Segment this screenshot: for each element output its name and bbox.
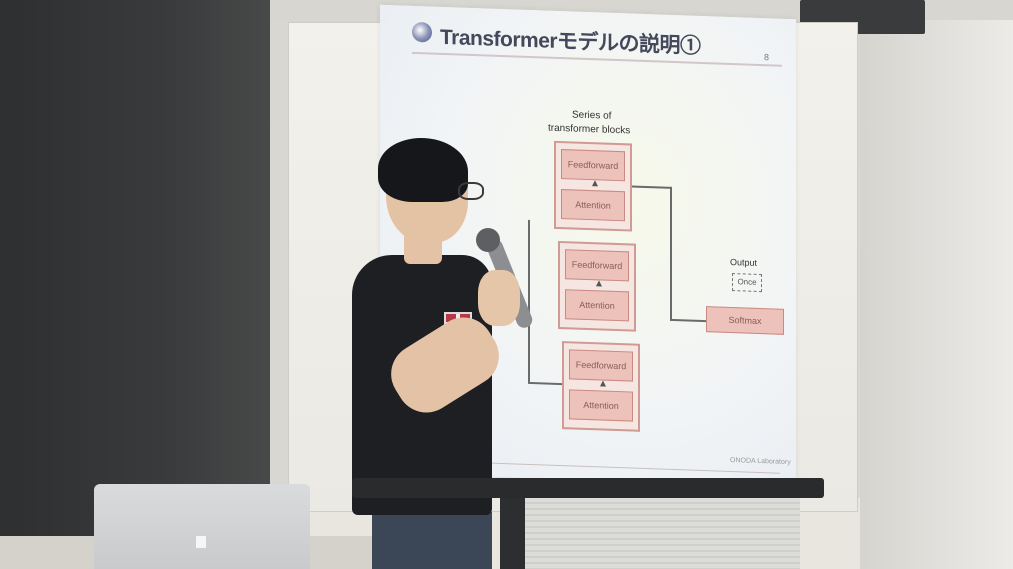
feedforward-block: Feedforward	[569, 349, 633, 382]
laptop	[94, 484, 310, 569]
connector-line	[528, 381, 562, 386]
lectern-top	[352, 478, 824, 498]
attention-block: Attention	[569, 389, 633, 422]
slide-page-number: 8	[764, 52, 770, 63]
output-token: Once	[732, 273, 762, 293]
diagram-caption-line-2: transformer blocks	[548, 122, 631, 137]
lab-logo-icon	[412, 21, 432, 43]
lectern-front	[525, 498, 800, 569]
diagram-caption-line-1: Series of	[572, 109, 612, 122]
transformer-block-middle: Feedforward Attention	[558, 240, 636, 332]
connector-line	[632, 185, 672, 189]
right-wall	[860, 20, 1013, 569]
feedforward-block: Feedforward	[561, 149, 625, 182]
windows-logo-icon	[196, 536, 206, 548]
attention-block: Attention	[561, 189, 625, 222]
connector-line	[528, 219, 530, 382]
lecture-photo: Transformerモデルの説明① 8 Series of transform…	[0, 0, 1013, 569]
output-label: Output	[730, 256, 758, 268]
presenter-hand	[478, 270, 520, 326]
connector-line	[670, 318, 706, 323]
softmax-block: Softmax	[706, 306, 784, 335]
feedforward-block: Feedforward	[565, 249, 629, 282]
transformer-block-bottom: Feedforward Attention	[562, 341, 640, 432]
lectern-post	[500, 498, 526, 569]
presenter-legs	[372, 512, 492, 569]
slide-footer: ONODA Laboratory	[730, 456, 791, 467]
presenter-hair	[378, 138, 468, 202]
arrow-up-icon	[596, 280, 602, 287]
transformer-block-top: Feedforward Attention	[554, 140, 632, 232]
arrow-up-icon	[600, 380, 606, 387]
attention-block: Attention	[565, 289, 629, 322]
connector-line	[670, 186, 672, 321]
glasses-icon	[458, 182, 484, 200]
microphone-head	[476, 228, 500, 252]
arrow-up-icon	[592, 180, 598, 187]
